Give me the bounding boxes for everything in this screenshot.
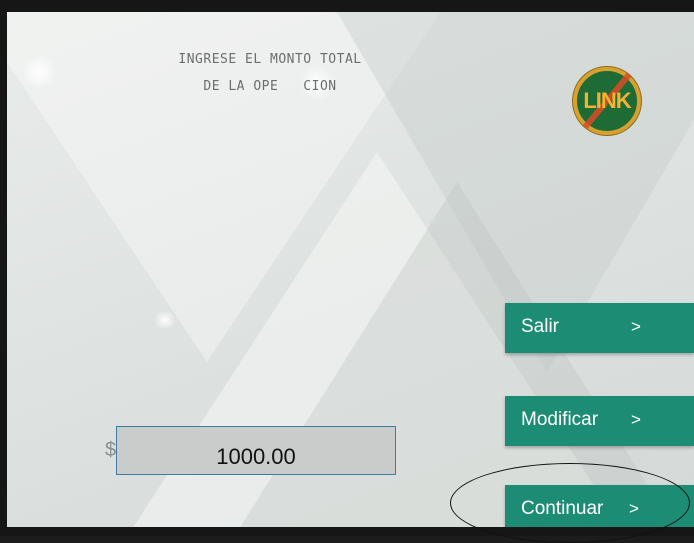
salir-label: Salir	[521, 316, 560, 337]
atm-bezel: INGRESE EL MONTO TOTAL DE LA OPE CION LI…	[0, 0, 694, 543]
prompt-line-1: INGRESE EL MONTO TOTAL	[178, 52, 362, 67]
prompt-line-2: DE LA OPE CION	[203, 79, 337, 94]
chevron-right-icon: >	[631, 410, 641, 429]
continuar-button[interactable]: Continuar >	[505, 485, 694, 527]
modificar-label: Modificar	[521, 409, 599, 430]
continuar-label: Continuar	[521, 498, 604, 519]
salir-button[interactable]: Salir >	[505, 303, 694, 353]
instruction-prompt: INGRESE EL MONTO TOTAL DE LA OPE CION	[125, 46, 415, 100]
link-logo-icon: LINK	[573, 67, 641, 135]
modificar-button[interactable]: Modificar >	[505, 396, 694, 446]
logo-text: LINK	[583, 88, 631, 113]
currency-symbol: $	[105, 439, 117, 461]
screen-glare	[152, 312, 178, 328]
screen-glare	[19, 57, 59, 87]
chevron-right-icon: >	[629, 499, 639, 518]
chevron-right-icon: >	[631, 317, 641, 336]
amount-input[interactable]: 1000.00	[116, 426, 396, 475]
background-shape	[237, 182, 677, 527]
atm-screen: INGRESE EL MONTO TOTAL DE LA OPE CION LI…	[7, 12, 694, 527]
